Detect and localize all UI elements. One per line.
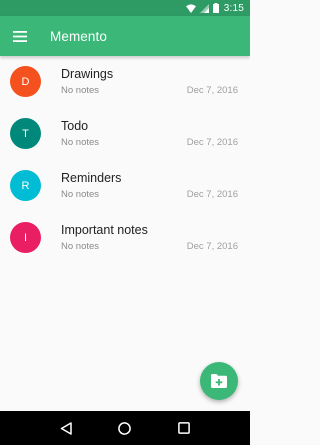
note-date: Dec 7, 2016: [186, 85, 238, 96]
app-title: Memento: [50, 28, 107, 44]
list-item[interactable]: R Reminders No notes Dec 7, 2016: [0, 160, 250, 212]
note-date: Dec 7, 2016: [186, 137, 238, 148]
add-note-icon: [211, 374, 227, 388]
home-icon[interactable]: [114, 417, 136, 439]
screen: 3:15 Memento D Drawings No notes Dec 7, …: [0, 0, 250, 445]
note-subtitle: No notes: [61, 137, 100, 148]
note-title: Important notes: [61, 223, 148, 237]
list-item[interactable]: D Drawings No notes Dec 7, 2016: [0, 56, 250, 108]
note-subtitle: No notes: [61, 85, 100, 96]
note-subtitle: No notes: [61, 189, 100, 200]
note-title: Drawings: [61, 67, 114, 81]
recents-icon[interactable]: [173, 417, 195, 439]
note-date: Dec 7, 2016: [186, 189, 238, 200]
wifi-icon: [185, 3, 196, 13]
status-bar: 3:15: [0, 0, 250, 16]
avatar: D: [10, 66, 41, 97]
add-note-button[interactable]: [200, 362, 238, 400]
avatar: R: [10, 170, 41, 201]
list-item[interactable]: T Todo No notes Dec 7, 2016: [0, 108, 250, 160]
battery-icon: [212, 3, 219, 13]
back-icon[interactable]: [55, 417, 77, 439]
note-list: D Drawings No notes Dec 7, 2016 T Todo N…: [0, 56, 250, 264]
hamburger-menu-icon[interactable]: [10, 26, 30, 46]
note-date: Dec 7, 2016: [186, 241, 238, 252]
avatar: T: [10, 118, 41, 149]
signal-icon: [199, 3, 209, 13]
note-title: Todo: [61, 119, 89, 133]
note-title: Reminders: [61, 171, 122, 185]
note-subtitle: No notes: [61, 241, 100, 252]
avatar: I: [10, 222, 41, 253]
navigation-bar: [0, 411, 250, 445]
list-item[interactable]: I Important notes No notes Dec 7, 2016: [0, 212, 250, 264]
app-bar: Memento: [0, 16, 250, 56]
clock: 3:15: [223, 2, 244, 14]
